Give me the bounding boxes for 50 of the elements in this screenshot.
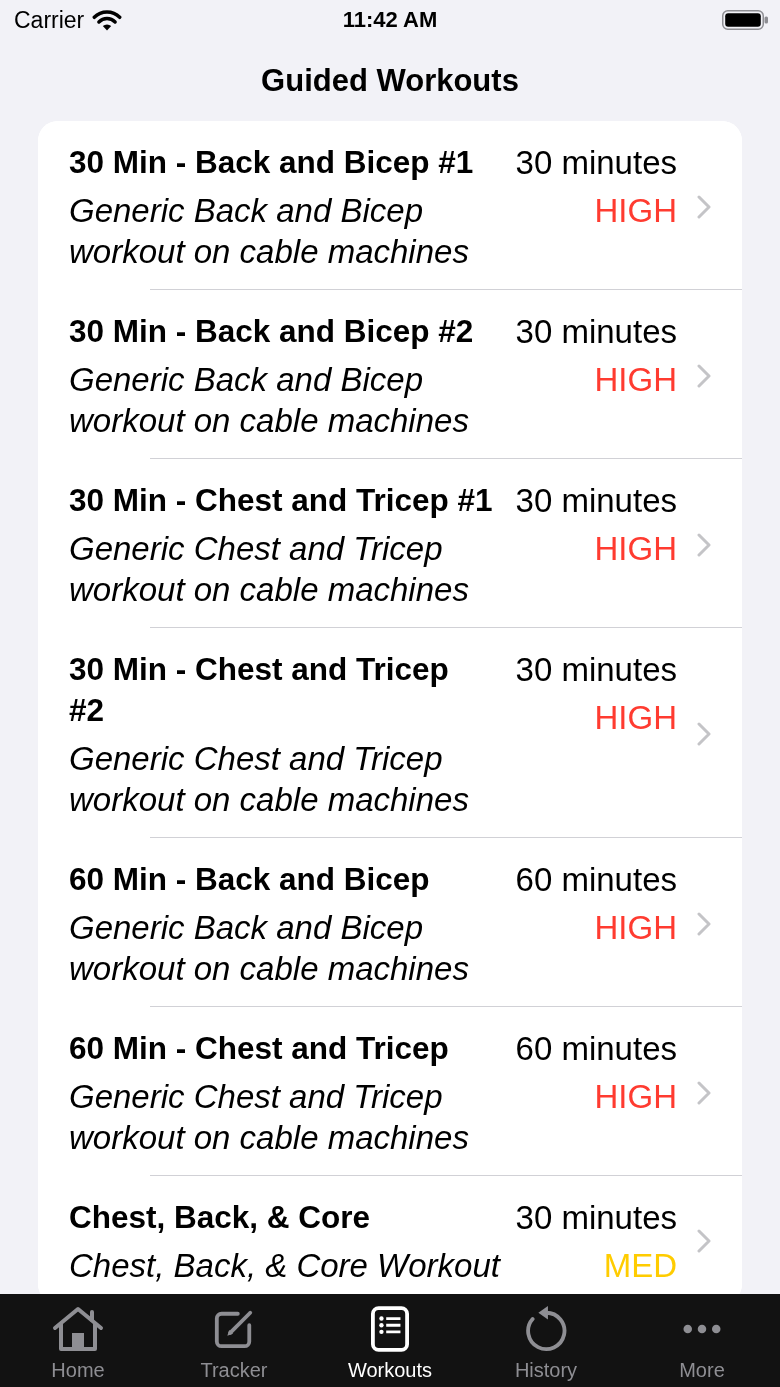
workout-title: 30 Min - Chest and Tricep #1 <box>69 480 494 520</box>
tab-item[interactable]: Home <box>0 1294 156 1387</box>
workout-title: 30 Min - Chest and Tricep #2 <box>69 649 450 730</box>
intensity-label: HIGH <box>594 359 677 400</box>
workout-duration: 30 minutes <box>515 649 677 690</box>
workout-description: Chest, Back, & Core Workout <box>69 1245 502 1286</box>
intensity-label: HIGH <box>594 190 677 231</box>
chevron-icon <box>697 1080 711 1105</box>
tab-item[interactable]: Tracker <box>156 1294 312 1387</box>
house-icon <box>52 1306 104 1352</box>
battery-icon <box>722 10 768 30</box>
list-document-icon <box>371 1306 409 1352</box>
workout-duration: 60 minutes <box>515 859 677 900</box>
chevron-icon <box>697 363 711 388</box>
chevron-icon <box>697 722 711 746</box>
workout-title: 60 Min - Chest and Tricep <box>69 1028 450 1068</box>
workout-description: Generic Back and Bicep workout on cable machines <box>69 359 470 441</box>
workout-title: 60 Min - Back and Bicep <box>69 859 431 899</box>
workout-description: Generic Back and Bicep workout on cable machines <box>69 190 470 272</box>
workout-duration: 30 minutes <box>515 142 677 183</box>
tab-item[interactable]: Workouts <box>312 1294 468 1387</box>
wifi-icon <box>92 9 123 31</box>
workout-title: Chest, Back, & Core <box>69 1197 372 1237</box>
workout-description: Generic Chest and Tricep workout on cable machines <box>69 738 470 820</box>
pencil-square-icon <box>213 1308 255 1350</box>
page-title: Guided Workouts <box>261 61 519 100</box>
workout-title: 30 Min - Back and Bicep #2 <box>69 311 475 351</box>
intensity-label: HIGH <box>594 1076 677 1117</box>
workout-duration: 30 minutes <box>515 480 677 521</box>
intensity-label: HIGH <box>594 907 677 948</box>
intensity-label: HIGH <box>594 528 677 569</box>
chevron-icon <box>697 1229 711 1253</box>
status-time: 11:42 AM <box>342 6 438 34</box>
circular-arrow-icon <box>524 1306 568 1352</box>
workout-description: Generic Back and Bicep workout on cable machines <box>69 907 470 989</box>
chevron-icon <box>697 911 711 936</box>
workout-duration: 30 minutes <box>515 311 677 352</box>
chevron-icon <box>697 194 711 219</box>
intensity-label: MED <box>603 1245 677 1286</box>
more-icon <box>683 1324 721 1334</box>
chevron-icon <box>697 532 711 557</box>
workout-title: 30 Min - Back and Bicep #1 <box>69 142 475 182</box>
workout-duration: 30 minutes <box>515 1197 677 1238</box>
workout-description: Generic Chest and Tricep workout on cable machines <box>69 1076 470 1158</box>
workout-description: Generic Chest and Tricep workout on cable machines <box>69 528 470 610</box>
workout-duration: 60 minutes <box>515 1028 677 1069</box>
tab-item[interactable]: History <box>468 1294 624 1387</box>
intensity-label: HIGH <box>594 697 677 738</box>
carrier-name: Carrier <box>14 6 85 34</box>
tab-item[interactable]: More <box>624 1294 780 1387</box>
